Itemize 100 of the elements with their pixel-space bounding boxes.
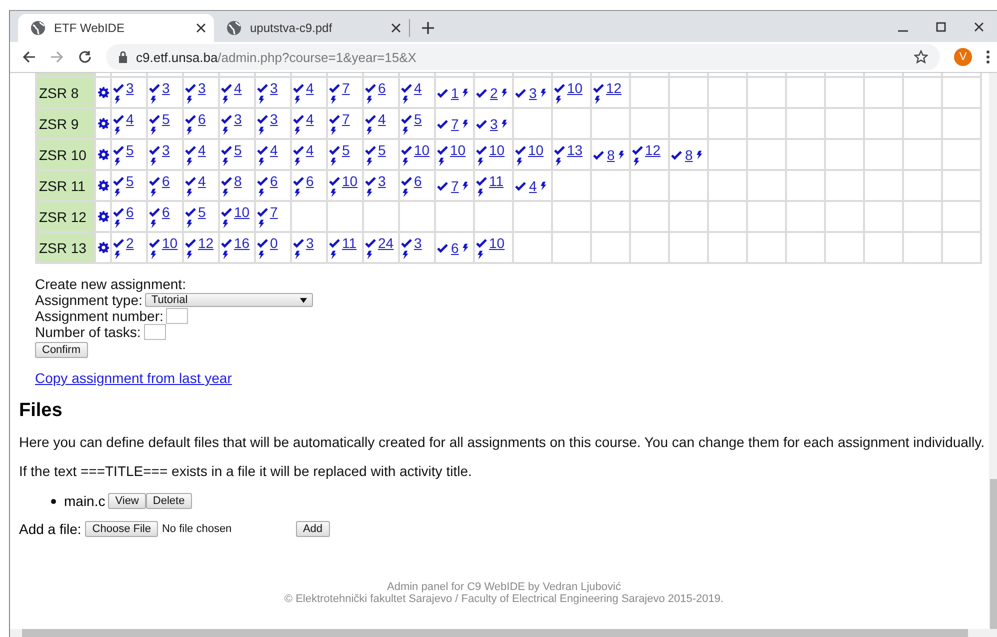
score-link[interactable]: 3 — [304, 236, 314, 250]
file-button[interactable]: Delete — [146, 493, 192, 509]
address-field[interactable]: c9.etf.unsa.ba/admin.php?course=1&year=15&X — [136, 50, 416, 64]
score-link[interactable]: 6 — [304, 174, 314, 188]
check-icon — [293, 176, 304, 186]
score-link[interactable]: 6 — [268, 174, 278, 188]
close-icon[interactable] — [974, 22, 984, 32]
score-link[interactable]: 8 — [232, 174, 242, 188]
score-link[interactable]: 4 — [304, 112, 314, 126]
close-icon[interactable] — [196, 23, 206, 33]
score-link[interactable]: 5 — [160, 112, 170, 126]
score-link[interactable]: 8 — [683, 148, 693, 162]
score-link[interactable]: 4 — [196, 174, 206, 188]
score-link[interactable]: 3 — [160, 80, 170, 94]
lightning-icon[interactable] — [500, 88, 508, 98]
paragraph: If the text ===TITLE=== exists in a file it will be replaced with activity title. — [19, 463, 473, 479]
score-link[interactable]: 4 — [304, 142, 314, 156]
row-name: ZSR 8 — [36, 77, 95, 108]
score-link[interactable]: 1 — [449, 86, 459, 100]
score-link[interactable]: 3 — [527, 86, 537, 100]
reload-icon[interactable] — [78, 50, 92, 64]
score-link[interactable]: 6 — [376, 80, 386, 94]
score-link[interactable]: 5 — [376, 142, 386, 156]
lightning-icon[interactable] — [462, 180, 469, 190]
lightning-icon[interactable] — [540, 88, 547, 98]
tasks-input[interactable] — [144, 324, 166, 340]
score-link[interactable]: 4 — [527, 178, 537, 192]
score-link[interactable]: 6 — [196, 112, 206, 126]
browser-tab[interactable]: uputstva-c9.pdf — [214, 19, 410, 37]
lightning-icon[interactable] — [696, 150, 703, 160]
lightning-icon[interactable] — [500, 118, 508, 128]
check-icon — [329, 176, 340, 186]
score-link[interactable]: 3 — [268, 80, 278, 94]
score-link[interactable]: 7 — [340, 80, 350, 94]
score-link[interactable]: 2 — [124, 236, 134, 250]
score-link[interactable]: 3 — [268, 112, 278, 126]
gear-icon[interactable] — [98, 242, 108, 252]
score-link[interactable]: 0 — [268, 236, 278, 250]
lightning-icon[interactable] — [540, 180, 547, 190]
maximize-icon[interactable] — [936, 22, 946, 32]
check-icon — [113, 82, 124, 92]
score-link[interactable]: 6 — [449, 240, 459, 254]
lightning-icon[interactable] — [462, 88, 469, 98]
score-link[interactable]: 5 — [124, 142, 134, 156]
score-link[interactable]: 5 — [232, 142, 242, 156]
new-tab-icon[interactable] — [422, 22, 434, 34]
score-link[interactable]: 4 — [304, 80, 314, 94]
score-link[interactable]: 4 — [376, 112, 386, 126]
check-icon — [221, 238, 232, 248]
score-link[interactable]: 3 — [124, 80, 134, 94]
score-link[interactable]: 5 — [340, 142, 350, 156]
lightning-icon[interactable] — [618, 150, 625, 160]
score-link[interactable]: 7 — [449, 178, 459, 192]
score-link[interactable]: 5 — [124, 174, 134, 188]
number-input[interactable] — [166, 308, 188, 324]
score-link[interactable]: 4 — [196, 142, 206, 156]
score-link[interactable]: 3 — [376, 174, 386, 188]
score-link[interactable]: 5 — [412, 112, 422, 126]
back-icon[interactable] — [22, 50, 36, 64]
file-button[interactable]: View — [108, 493, 146, 509]
horizontal-scrollbar[interactable] — [10, 629, 997, 637]
score-link[interactable]: 4 — [232, 80, 242, 94]
confirm-button[interactable]: Confirm — [35, 342, 88, 358]
copy-link[interactable]: Copy assignment from last year — [35, 370, 232, 386]
lightning-icon[interactable] — [462, 242, 469, 252]
score-link[interactable]: 3 — [412, 236, 422, 250]
score-link[interactable]: 5 — [196, 204, 206, 218]
score-link[interactable]: 4 — [412, 80, 422, 94]
score-link[interactable]: 8 — [605, 148, 615, 162]
score-link[interactable]: 4 — [124, 112, 134, 126]
score-link[interactable]: 2 — [488, 86, 498, 100]
score-link[interactable]: 3 — [232, 112, 242, 126]
gear-icon[interactable] — [98, 118, 108, 128]
close-icon[interactable] — [391, 23, 401, 33]
type-dropdown[interactable]: Tutorial — [145, 293, 314, 307]
gear-icon[interactable] — [98, 148, 108, 160]
gear-icon[interactable] — [98, 86, 108, 98]
score-link[interactable]: 7 — [340, 112, 350, 126]
score-link[interactable]: 7 — [449, 116, 459, 130]
score-link[interactable]: 11 — [487, 174, 504, 188]
vertical-scrollbar[interactable] — [989, 73, 997, 629]
score-link[interactable]: 3 — [196, 80, 206, 94]
add-button[interactable]: Add — [296, 521, 330, 537]
score-link[interactable]: 6 — [124, 204, 134, 218]
gear-icon[interactable] — [98, 210, 108, 222]
score-link[interactable]: 6 — [160, 174, 170, 188]
check-icon — [149, 82, 160, 92]
browser-tab[interactable]: ETF WebIDE — [18, 14, 214, 42]
score-link[interactable]: 3 — [488, 116, 498, 130]
score-link[interactable]: 3 — [160, 142, 170, 156]
gear-icon[interactable] — [98, 180, 108, 190]
score-link[interactable]: 7 — [268, 204, 278, 218]
field-label: Assignment number: — [35, 308, 164, 324]
star-icon[interactable] — [914, 50, 928, 64]
menu-icon[interactable] — [986, 50, 990, 64]
score-link[interactable]: 6 — [412, 174, 422, 188]
score-link[interactable]: 6 — [160, 204, 170, 218]
score-link[interactable]: 4 — [268, 142, 278, 156]
lightning-icon[interactable] — [462, 118, 469, 128]
choose-file-button[interactable]: Choose File — [85, 521, 158, 537]
